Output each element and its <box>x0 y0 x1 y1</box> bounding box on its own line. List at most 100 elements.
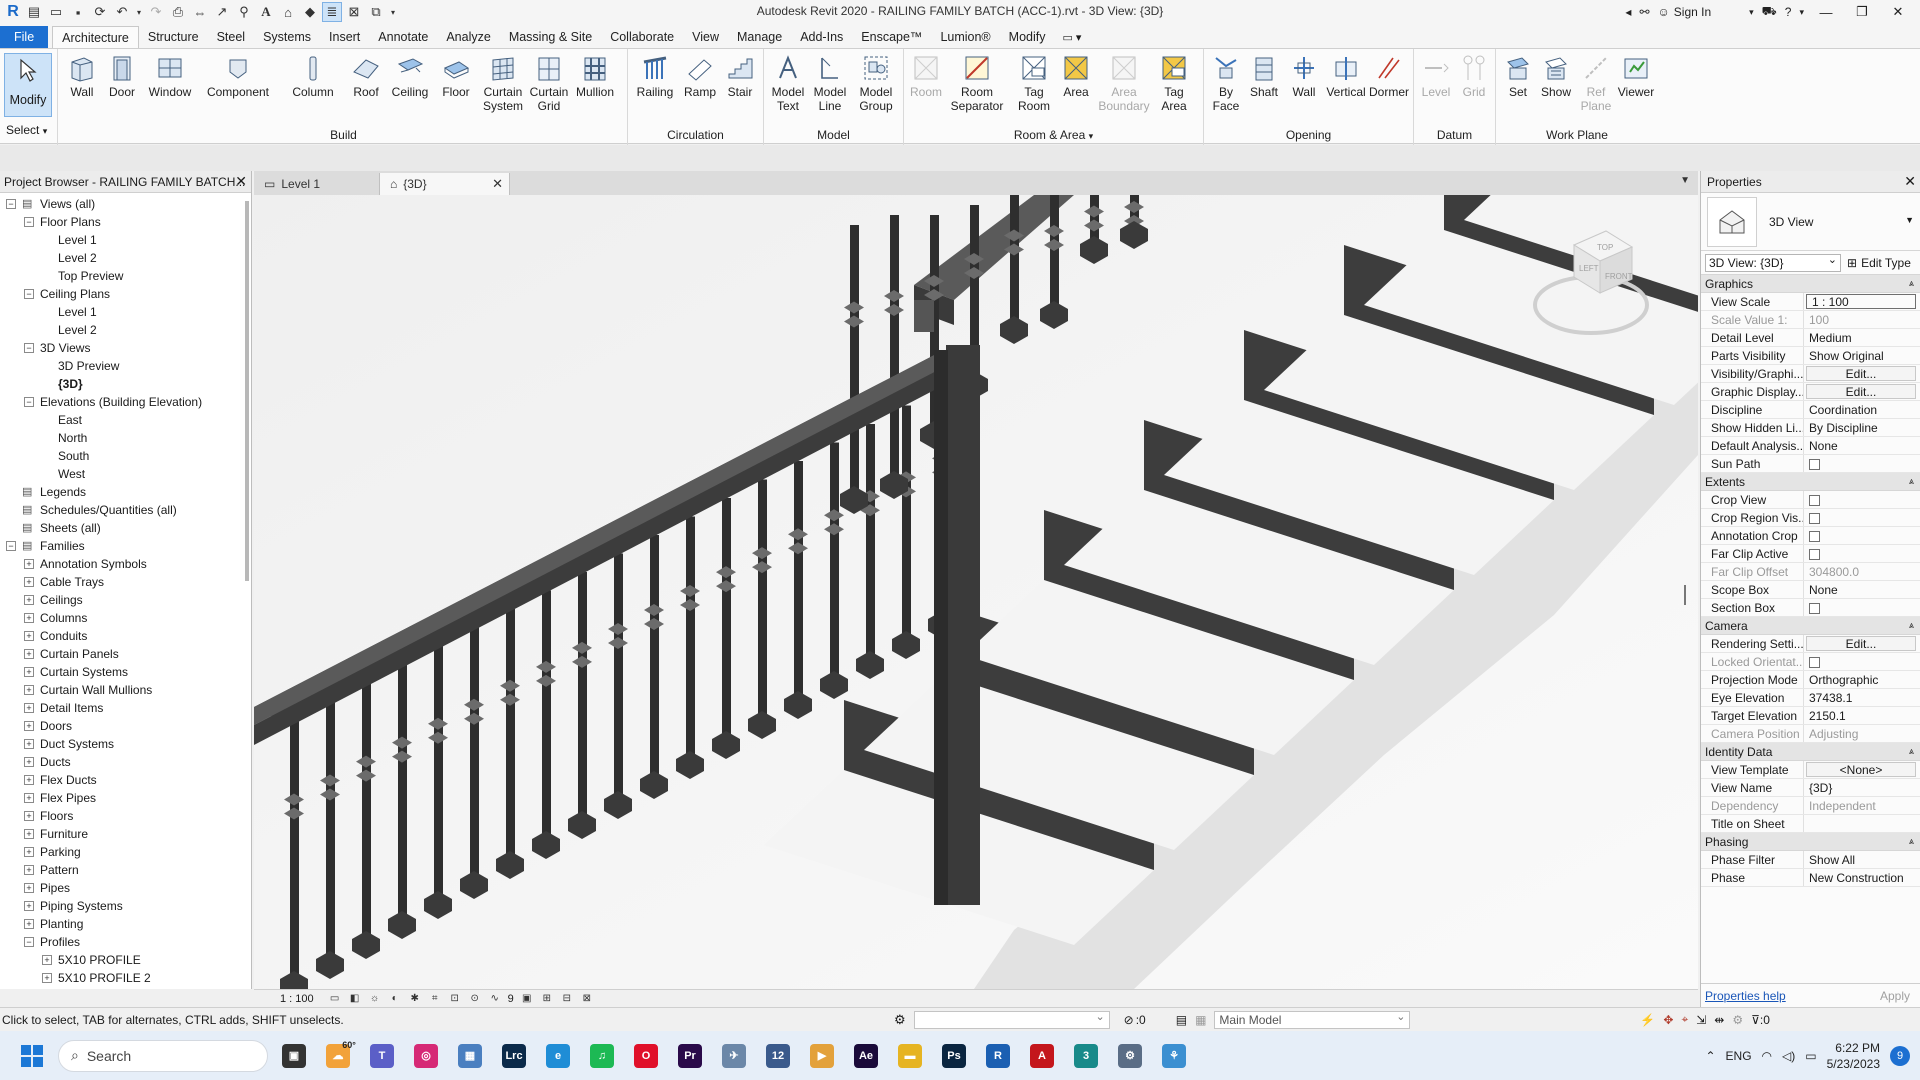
property-value[interactable]: 37438.1 <box>1804 689 1920 706</box>
section-icon[interactable]: ◆ <box>300 2 320 22</box>
reveal-hidden-icon[interactable]: ▣ <box>520 993 534 1005</box>
expand-icon[interactable]: + <box>24 865 34 875</box>
analytical-model-icon[interactable]: ⊟ <box>560 993 574 1005</box>
tab-manage[interactable]: Manage <box>728 26 791 48</box>
measure-icon[interactable]: ⇔ <box>190 2 210 22</box>
collapse-icon[interactable]: − <box>6 541 16 551</box>
edge-app-button[interactable]: e <box>540 1038 576 1074</box>
property-value[interactable]: 2150.1 <box>1804 707 1920 724</box>
tab-3d[interactable]: ⌂ {3D} ✕ <box>380 173 510 195</box>
tree-node[interactable]: + Floors <box>0 807 251 825</box>
crop-view-icon[interactable]: ⌗ <box>428 993 442 1005</box>
property-value[interactable]: Coordination <box>1804 401 1920 418</box>
sun-path-icon[interactable]: ☼ <box>368 993 382 1005</box>
expand-icon[interactable]: + <box>24 793 34 803</box>
stair-button[interactable]: Stair <box>718 53 762 99</box>
property-value[interactable] <box>1804 455 1920 472</box>
settings-app-button[interactable]: ⚙ <box>1112 1038 1148 1074</box>
window-button[interactable]: Window <box>144 53 196 99</box>
property-checkbox[interactable] <box>1809 513 1820 524</box>
collapse-icon[interactable]: − <box>24 217 34 227</box>
tree-node[interactable]: + Planting <box>0 915 251 933</box>
expand-icon[interactable]: + <box>24 847 34 857</box>
select-by-face-icon[interactable]: ⇲ <box>1696 1013 1706 1027</box>
property-value[interactable]: None <box>1804 581 1920 598</box>
detail-level-icon[interactable]: ▭ <box>328 993 342 1005</box>
lock-3d-view-icon[interactable]: ⊙ <box>468 993 482 1005</box>
ceiling-button[interactable]: Ceiling <box>386 53 434 99</box>
3dsmax-app-button[interactable]: 3 <box>1068 1038 1104 1074</box>
tree-node[interactable]: − Elevations (Building Elevation) <box>0 393 251 411</box>
tree-node[interactable]: + Annotation Symbols <box>0 555 251 573</box>
expand-icon[interactable]: + <box>24 595 34 605</box>
tab-systems[interactable]: Systems <box>254 26 320 48</box>
tab-architecture[interactable]: Architecture <box>52 26 139 48</box>
curtain-grid-button[interactable]: Curtain Grid <box>526 53 572 113</box>
cart-icon[interactable]: ⛟ <box>1762 4 1777 20</box>
expand-icon[interactable]: + <box>24 685 34 695</box>
tree-node[interactable]: + Doors <box>0 717 251 735</box>
edit-type-button[interactable]: ⊞ Edit Type <box>1847 256 1911 270</box>
tree-node[interactable]: − Ceiling Plans <box>0 285 251 303</box>
background-processes-icon[interactable]: ⚙ <box>1732 1013 1743 1027</box>
property-checkbox[interactable] <box>1809 531 1820 542</box>
folder-open-icon[interactable]: ▭ <box>46 2 66 22</box>
tree-node[interactable]: + Flex Ducts <box>0 771 251 789</box>
component-button[interactable]: Component <box>202 53 274 99</box>
sync-icon[interactable]: ⟳ <box>90 2 110 22</box>
model-line-button[interactable]: Model Line <box>808 53 852 113</box>
thin-lines-icon[interactable]: ≣ <box>322 2 342 22</box>
app-blue-app-button[interactable]: ✈ <box>716 1038 752 1074</box>
rendering-icon[interactable]: ✱ <box>408 993 422 1005</box>
expand-icon[interactable]: + <box>24 901 34 911</box>
design-options-icon[interactable]: ▤ <box>1176 1013 1187 1027</box>
shadows-icon[interactable]: ◐ <box>388 993 402 1005</box>
shaft-button[interactable]: Shaft <box>1242 53 1286 99</box>
grid-button[interactable]: Grid <box>1452 53 1496 99</box>
tab-annotate[interactable]: Annotate <box>369 26 437 48</box>
expand-icon[interactable]: + <box>24 811 34 821</box>
tree-node[interactable]: + Ducts <box>0 753 251 771</box>
tree-node[interactable]: East <box>0 411 251 429</box>
expand-icon[interactable]: + <box>24 919 34 929</box>
tree-node[interactable]: + Piping Systems <box>0 897 251 915</box>
undo-dropdown-icon[interactable]: ▾ <box>134 2 144 22</box>
back-icon[interactable]: ◂ <box>1625 5 1631 19</box>
view-cube-front-label[interactable]: FRONT <box>1605 272 1633 281</box>
expand-icon[interactable]: + <box>24 649 34 659</box>
instance-selector[interactable]: 3D View: {3D} <box>1705 252 1841 272</box>
instagram-app-button[interactable]: ◎ <box>408 1038 444 1074</box>
workset-selector[interactable] <box>913 1009 1110 1029</box>
chart-app-app-button[interactable]: ▦ <box>452 1038 488 1074</box>
property-section-header[interactable]: Camera ⩓ <box>1701 617 1920 635</box>
show-button[interactable]: Show <box>1534 53 1578 99</box>
collapse-section-icon[interactable]: ⩓ <box>1909 836 1914 847</box>
print-icon[interactable]: ⎙ <box>168 2 188 22</box>
expand-icon[interactable]: + <box>24 667 34 677</box>
roof-button[interactable]: Roof <box>344 53 388 99</box>
tree-node[interactable]: + Detail Items <box>0 699 251 717</box>
tree-node[interactable]: ▤ Legends <box>0 483 251 501</box>
property-value[interactable]: {3D} <box>1804 779 1920 796</box>
collapse-icon[interactable]: − <box>24 289 34 299</box>
tab-insert[interactable]: Insert <box>320 26 369 48</box>
tree-node[interactable]: South <box>0 447 251 465</box>
start-button[interactable] <box>14 1038 50 1074</box>
tree-node[interactable]: + Pipes <box>0 879 251 897</box>
media-player-app-button[interactable]: ▶ <box>804 1038 840 1074</box>
expand-icon[interactable]: + <box>42 955 52 965</box>
property-section-header[interactable]: Extents ⩓ <box>1701 473 1920 491</box>
open-icon[interactable]: ▤ <box>24 2 44 22</box>
expand-icon[interactable]: + <box>24 577 34 587</box>
task-view-app-button[interactable]: ▣ <box>276 1038 312 1074</box>
spotify-app-button[interactable]: ♫ <box>584 1038 620 1074</box>
ribbon-minimize-icon[interactable]: ▭ ▾ <box>1054 26 1089 48</box>
property-checkbox[interactable] <box>1809 459 1820 470</box>
property-edit-button[interactable]: Edit... <box>1806 366 1916 381</box>
tree-node[interactable]: + Curtain Systems <box>0 663 251 681</box>
property-section-header[interactable]: Phasing ⩓ <box>1701 833 1920 851</box>
tab-enscape[interactable]: Enscape™ <box>852 26 931 48</box>
tab-file[interactable]: File <box>0 26 49 48</box>
column-button[interactable]: Column <box>286 53 340 99</box>
vertical-button[interactable]: Vertical <box>1322 53 1370 99</box>
